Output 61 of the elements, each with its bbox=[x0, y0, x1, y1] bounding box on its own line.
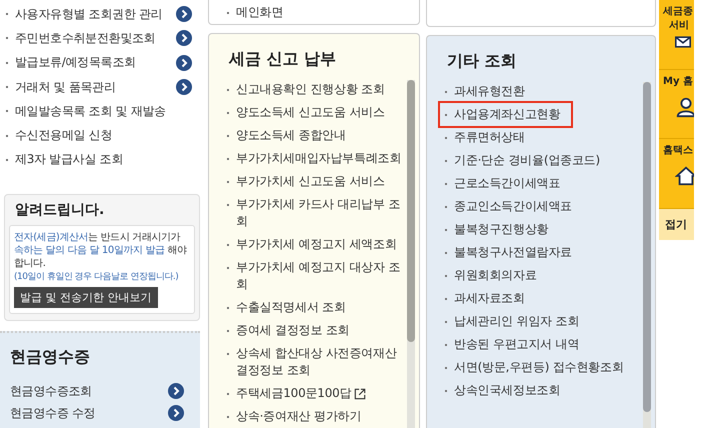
menu-link[interactable]: 반송된 우편고지서 내역 bbox=[454, 336, 580, 353]
menu-link[interactable]: 현금영수증조회 bbox=[10, 382, 168, 400]
menu-link[interactable]: 부가가치세매입자납부특례조회 bbox=[236, 150, 402, 167]
menu-link[interactable]: 불복청구진행상황 bbox=[454, 221, 548, 238]
arrow-circle-icon[interactable] bbox=[176, 6, 192, 22]
house-icon bbox=[675, 165, 694, 188]
scrollbar[interactable] bbox=[643, 82, 651, 428]
arrow-circle-icon[interactable] bbox=[176, 30, 192, 46]
fold-button[interactable]: 접기 bbox=[659, 209, 694, 240]
menu-link[interactable]: 주류면허상태 bbox=[454, 129, 525, 146]
panel-title: 기타 조회 bbox=[447, 51, 518, 72]
menu-link[interactable]: 부가가치세 예정고지 대상자 조회 bbox=[236, 259, 407, 293]
menu-link[interactable]: 거래처 및 품목관리 bbox=[15, 78, 176, 96]
quick-menu-link[interactable]: My 홈 bbox=[663, 74, 693, 88]
arrow-circle-icon[interactable] bbox=[168, 405, 184, 422]
menu-link[interactable]: 주택세금100문100답 bbox=[236, 385, 352, 402]
external-link-icon bbox=[354, 388, 366, 400]
quick-menu-link[interactable]: 세금종 bbox=[663, 4, 693, 18]
arrow-circle-icon[interactable] bbox=[176, 54, 192, 71]
menu-link[interactable]: 사업용계좌신고현황 bbox=[454, 106, 560, 123]
menu-link[interactable]: 위원회회의자료 bbox=[454, 267, 537, 284]
menu-link[interactable]: 신고내용확인 진행상황 조회 bbox=[236, 81, 385, 98]
menu-link[interactable]: 기준·단순 경비율(업종코드) bbox=[454, 152, 600, 169]
arrow-circle-icon[interactable] bbox=[176, 79, 192, 96]
envelope-icon bbox=[675, 36, 691, 48]
menu-link[interactable]: 수신전용메일 신청 bbox=[15, 127, 200, 144]
menu-link[interactable]: 과세자료조회 bbox=[454, 290, 525, 307]
person-icon bbox=[675, 96, 694, 118]
menu-link[interactable]: 근로소득간이세액표 bbox=[454, 175, 560, 192]
menu-link[interactable]: 상속·증여재산 평가하기 bbox=[236, 408, 362, 425]
quick-menu-link[interactable]: 홈택스 bbox=[663, 143, 693, 158]
scrollbar[interactable] bbox=[407, 80, 415, 428]
menu-link[interactable]: 부가가치세 신고도움 서비스 bbox=[236, 173, 385, 190]
menu-link[interactable]: 납세관리인 위임자 조회 bbox=[454, 313, 580, 330]
menu-link[interactable]: 과세유형전환 bbox=[454, 83, 525, 100]
notice-note: (10일이 휴일인 경우 다음날로 연장됩니다.) bbox=[14, 271, 180, 284]
menu-link[interactable]: 메인화면 bbox=[236, 4, 284, 21]
menu-link[interactable]: 사용자유형별 조회권한 관리 bbox=[15, 6, 176, 23]
menu-link[interactable]: 수출실적명세서 조회 bbox=[236, 299, 346, 316]
menu-link[interactable]: 주민번호수취분전환및조회 bbox=[15, 30, 176, 47]
menu-link[interactable]: 제3자 발급사실 조회 bbox=[15, 151, 200, 168]
menu-link[interactable]: 증여세 결정정보 조회 bbox=[236, 322, 350, 339]
menu-link[interactable]: 상속세 합산대상 사전증여재산 결정정보 조회 bbox=[236, 345, 407, 379]
menu-link[interactable]: 부가가치세 예정고지 세액조회 bbox=[236, 236, 397, 253]
menu-link[interactable]: 불복청구사전열람자료 bbox=[454, 244, 572, 261]
menu-link[interactable]: 상속인국세정보조회 bbox=[454, 382, 560, 399]
guide-button[interactable]: 발급 및 전송기한 안내보기 bbox=[14, 287, 158, 308]
menu-link[interactable]: 서면(방문,우편등) 접수현황조회 bbox=[454, 359, 624, 376]
arrow-circle-icon[interactable] bbox=[168, 383, 184, 400]
menu-link[interactable]: 양도소득세 신고도움 서비스 bbox=[236, 104, 385, 121]
menu-link[interactable]: 현금영수증 수정 bbox=[10, 404, 168, 422]
menu-link[interactable]: 발급보류/예정목록조회 bbox=[15, 54, 176, 72]
panel-title: 현금영수증 bbox=[10, 347, 91, 368]
notice-title: 알려드립니다. bbox=[15, 201, 106, 220]
quick-menu-sublabel: 서비 bbox=[669, 19, 689, 32]
menu-link[interactable]: 부가가치세 카드사 대리납부 조회 bbox=[236, 196, 407, 230]
notice-message: 전자(세금)계산서는 반드시 거래시기가 속하는 달의 다음 달 10일까지 발급 해야 합니다. bbox=[14, 231, 188, 270]
menu-link[interactable]: 종교인소득간이세액표 bbox=[454, 198, 572, 215]
panel-title: 세금 신고 납부 bbox=[229, 49, 338, 70]
menu-link[interactable]: 양도소득세 종합안내 bbox=[236, 127, 346, 144]
menu-link[interactable]: 메일발송목록 조회 및 재발송 bbox=[15, 102, 200, 120]
